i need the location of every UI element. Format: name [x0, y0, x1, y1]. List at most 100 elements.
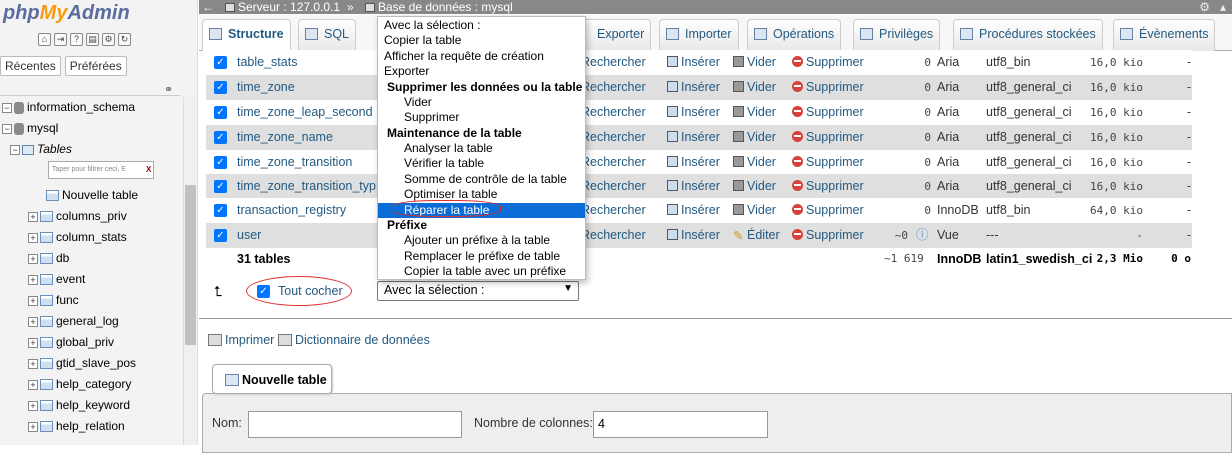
- collapse-icon[interactable]: −: [2, 102, 12, 113]
- search-action[interactable]: Rechercher: [581, 174, 646, 199]
- tree-node-tables-group[interactable]: − Tables: [0, 139, 182, 160]
- menu-header[interactable]: Avec la sélection :: [384, 18, 481, 33]
- tree-node-table[interactable]: + help_keyword: [0, 395, 182, 416]
- collapse-icon[interactable]: −: [2, 123, 12, 134]
- tab-privileges[interactable]: Privilèges: [853, 19, 941, 51]
- tree-node-new-table[interactable]: Nouvelle table: [0, 185, 182, 206]
- gear-icon[interactable]: ⚙: [1199, 0, 1210, 14]
- tree-node-table[interactable]: + columns_priv: [0, 206, 182, 227]
- tree-node-table[interactable]: + help_category: [0, 374, 182, 395]
- tab-routines[interactable]: Procédures stockées: [953, 19, 1103, 51]
- tab-operations[interactable]: Opérations: [747, 19, 842, 51]
- logout-icon[interactable]: ⇥: [54, 33, 67, 46]
- row-checkbox[interactable]: ✓: [214, 81, 227, 94]
- row-checkbox[interactable]: ✓: [214, 131, 227, 144]
- tab-export[interactable]: Exporter: [576, 19, 652, 51]
- row-checkbox[interactable]: ✓: [214, 229, 227, 242]
- menu-item-check[interactable]: Vérifier la table: [404, 156, 484, 171]
- row-checkbox[interactable]: ✓: [214, 204, 227, 217]
- insert-action[interactable]: Insérer: [667, 223, 720, 248]
- table-name-link[interactable]: transaction_registry: [237, 198, 346, 223]
- column-count-input[interactable]: 4: [593, 411, 768, 438]
- search-action[interactable]: Rechercher: [581, 223, 646, 248]
- row-checkbox[interactable]: ✓: [214, 106, 227, 119]
- tree-node-table[interactable]: + column_stats: [0, 227, 182, 248]
- empty-action[interactable]: Vider: [733, 174, 776, 199]
- tab-import[interactable]: Importer: [659, 19, 739, 51]
- search-action[interactable]: Rechercher: [581, 100, 646, 125]
- delete-action[interactable]: Supprimer: [792, 75, 864, 100]
- row-checkbox[interactable]: ✓: [214, 156, 227, 169]
- help-icon[interactable]: ?: [70, 33, 83, 46]
- menu-item-empty[interactable]: Vider: [404, 95, 432, 110]
- delete-action[interactable]: Supprimer: [792, 174, 864, 199]
- phpmyadmin-logo[interactable]: phpMyAdmin: [3, 2, 130, 25]
- tree-node-table[interactable]: + help_relation: [0, 416, 182, 437]
- expand-icon[interactable]: +: [28, 379, 38, 390]
- search-action[interactable]: Rechercher: [581, 50, 646, 75]
- search-action[interactable]: Rechercher: [581, 75, 646, 100]
- table-name-link[interactable]: time_zone_leap_second: [237, 100, 373, 125]
- menu-item-drop[interactable]: Supprimer: [404, 110, 459, 125]
- tree-node-information-schema[interactable]: − information_schema: [0, 97, 182, 118]
- menu-item-copy-table[interactable]: Copier la table: [384, 33, 461, 48]
- empty-action[interactable]: Vider: [733, 75, 776, 100]
- empty-action[interactable]: Vider: [733, 50, 776, 75]
- delete-action[interactable]: Supprimer: [792, 223, 864, 248]
- menu-item-replace-prefix[interactable]: Remplacer le préfixe de table: [404, 249, 560, 264]
- expand-icon[interactable]: +: [28, 358, 38, 369]
- tree-node-table[interactable]: + general_log: [0, 311, 182, 332]
- insert-action[interactable]: Insérer: [667, 75, 720, 100]
- search-action[interactable]: Rechercher: [581, 150, 646, 175]
- expand-icon[interactable]: +: [28, 211, 38, 222]
- insert-action[interactable]: Insérer: [667, 174, 720, 199]
- empty-action[interactable]: Vider: [733, 150, 776, 175]
- nav-scrollbar-thumb[interactable]: [185, 185, 196, 345]
- table-filter-input[interactable]: Taper pour filtrer ceci, E: [48, 161, 154, 179]
- menu-item-add-prefix[interactable]: Ajouter un préfixe à la table: [404, 233, 550, 248]
- expand-icon[interactable]: +: [28, 316, 38, 327]
- empty-action[interactable]: Vider: [733, 100, 776, 125]
- recent-tables-button[interactable]: Récentes: [0, 56, 61, 76]
- table-name-link[interactable]: table_stats: [237, 50, 297, 75]
- menu-item-analyze[interactable]: Analyser la table: [404, 141, 493, 156]
- data-dictionary-link[interactable]: Dictionnaire de données: [278, 333, 430, 347]
- tree-node-table[interactable]: + func: [0, 290, 182, 311]
- menu-item-copy-prefix[interactable]: Copier la table avec un préfixe: [404, 264, 566, 279]
- tab-events[interactable]: Évènements: [1113, 19, 1216, 51]
- delete-action[interactable]: Supprimer: [792, 150, 864, 175]
- collapse-top-icon[interactable]: ▴: [1220, 0, 1226, 14]
- delete-action[interactable]: Supprimer: [792, 50, 864, 75]
- back-arrow-icon[interactable]: ←: [202, 0, 214, 14]
- table-name-link[interactable]: time_zone_transition_typ: [237, 174, 376, 199]
- expand-icon[interactable]: +: [28, 295, 38, 306]
- breadcrumb-server[interactable]: Serveur : 127.0.0.1: [225, 0, 340, 14]
- tab-structure[interactable]: Structure: [202, 19, 291, 51]
- docs-icon[interactable]: ▤: [86, 33, 99, 46]
- expand-icon[interactable]: +: [28, 253, 38, 264]
- empty-action[interactable]: Vider: [733, 125, 776, 150]
- empty-action[interactable]: Vider: [733, 198, 776, 223]
- home-icon[interactable]: ⌂: [38, 33, 51, 46]
- table-name-link[interactable]: user: [237, 223, 261, 248]
- menu-item-checksum[interactable]: Somme de contrôle de la table: [404, 172, 567, 187]
- insert-action[interactable]: Insérer: [667, 100, 720, 125]
- tab-sql[interactable]: SQL: [298, 19, 357, 51]
- edit-action[interactable]: ✎ Éditer: [733, 223, 780, 248]
- insert-action[interactable]: Insérer: [667, 125, 720, 150]
- reload-icon[interactable]: ↻: [118, 33, 131, 46]
- insert-action[interactable]: Insérer: [667, 50, 720, 75]
- insert-action[interactable]: Insérer: [667, 150, 720, 175]
- table-name-link[interactable]: time_zone_name: [237, 125, 333, 150]
- search-action[interactable]: Rechercher: [581, 125, 646, 150]
- row-checkbox[interactable]: ✓: [214, 180, 227, 193]
- menu-item-show-create[interactable]: Afficher la requête de création: [384, 49, 544, 64]
- tree-node-table[interactable]: + gtid_slave_pos: [0, 353, 182, 374]
- expand-icon[interactable]: +: [28, 337, 38, 348]
- with-selected-select[interactable]: Avec la sélection : ▼: [377, 281, 579, 301]
- tree-node-table[interactable]: + db: [0, 248, 182, 269]
- collapse-icon[interactable]: −: [10, 144, 20, 155]
- expand-icon[interactable]: +: [28, 232, 38, 243]
- info-icon[interactable]: ⓘ: [916, 223, 929, 248]
- insert-action[interactable]: Insérer: [667, 198, 720, 223]
